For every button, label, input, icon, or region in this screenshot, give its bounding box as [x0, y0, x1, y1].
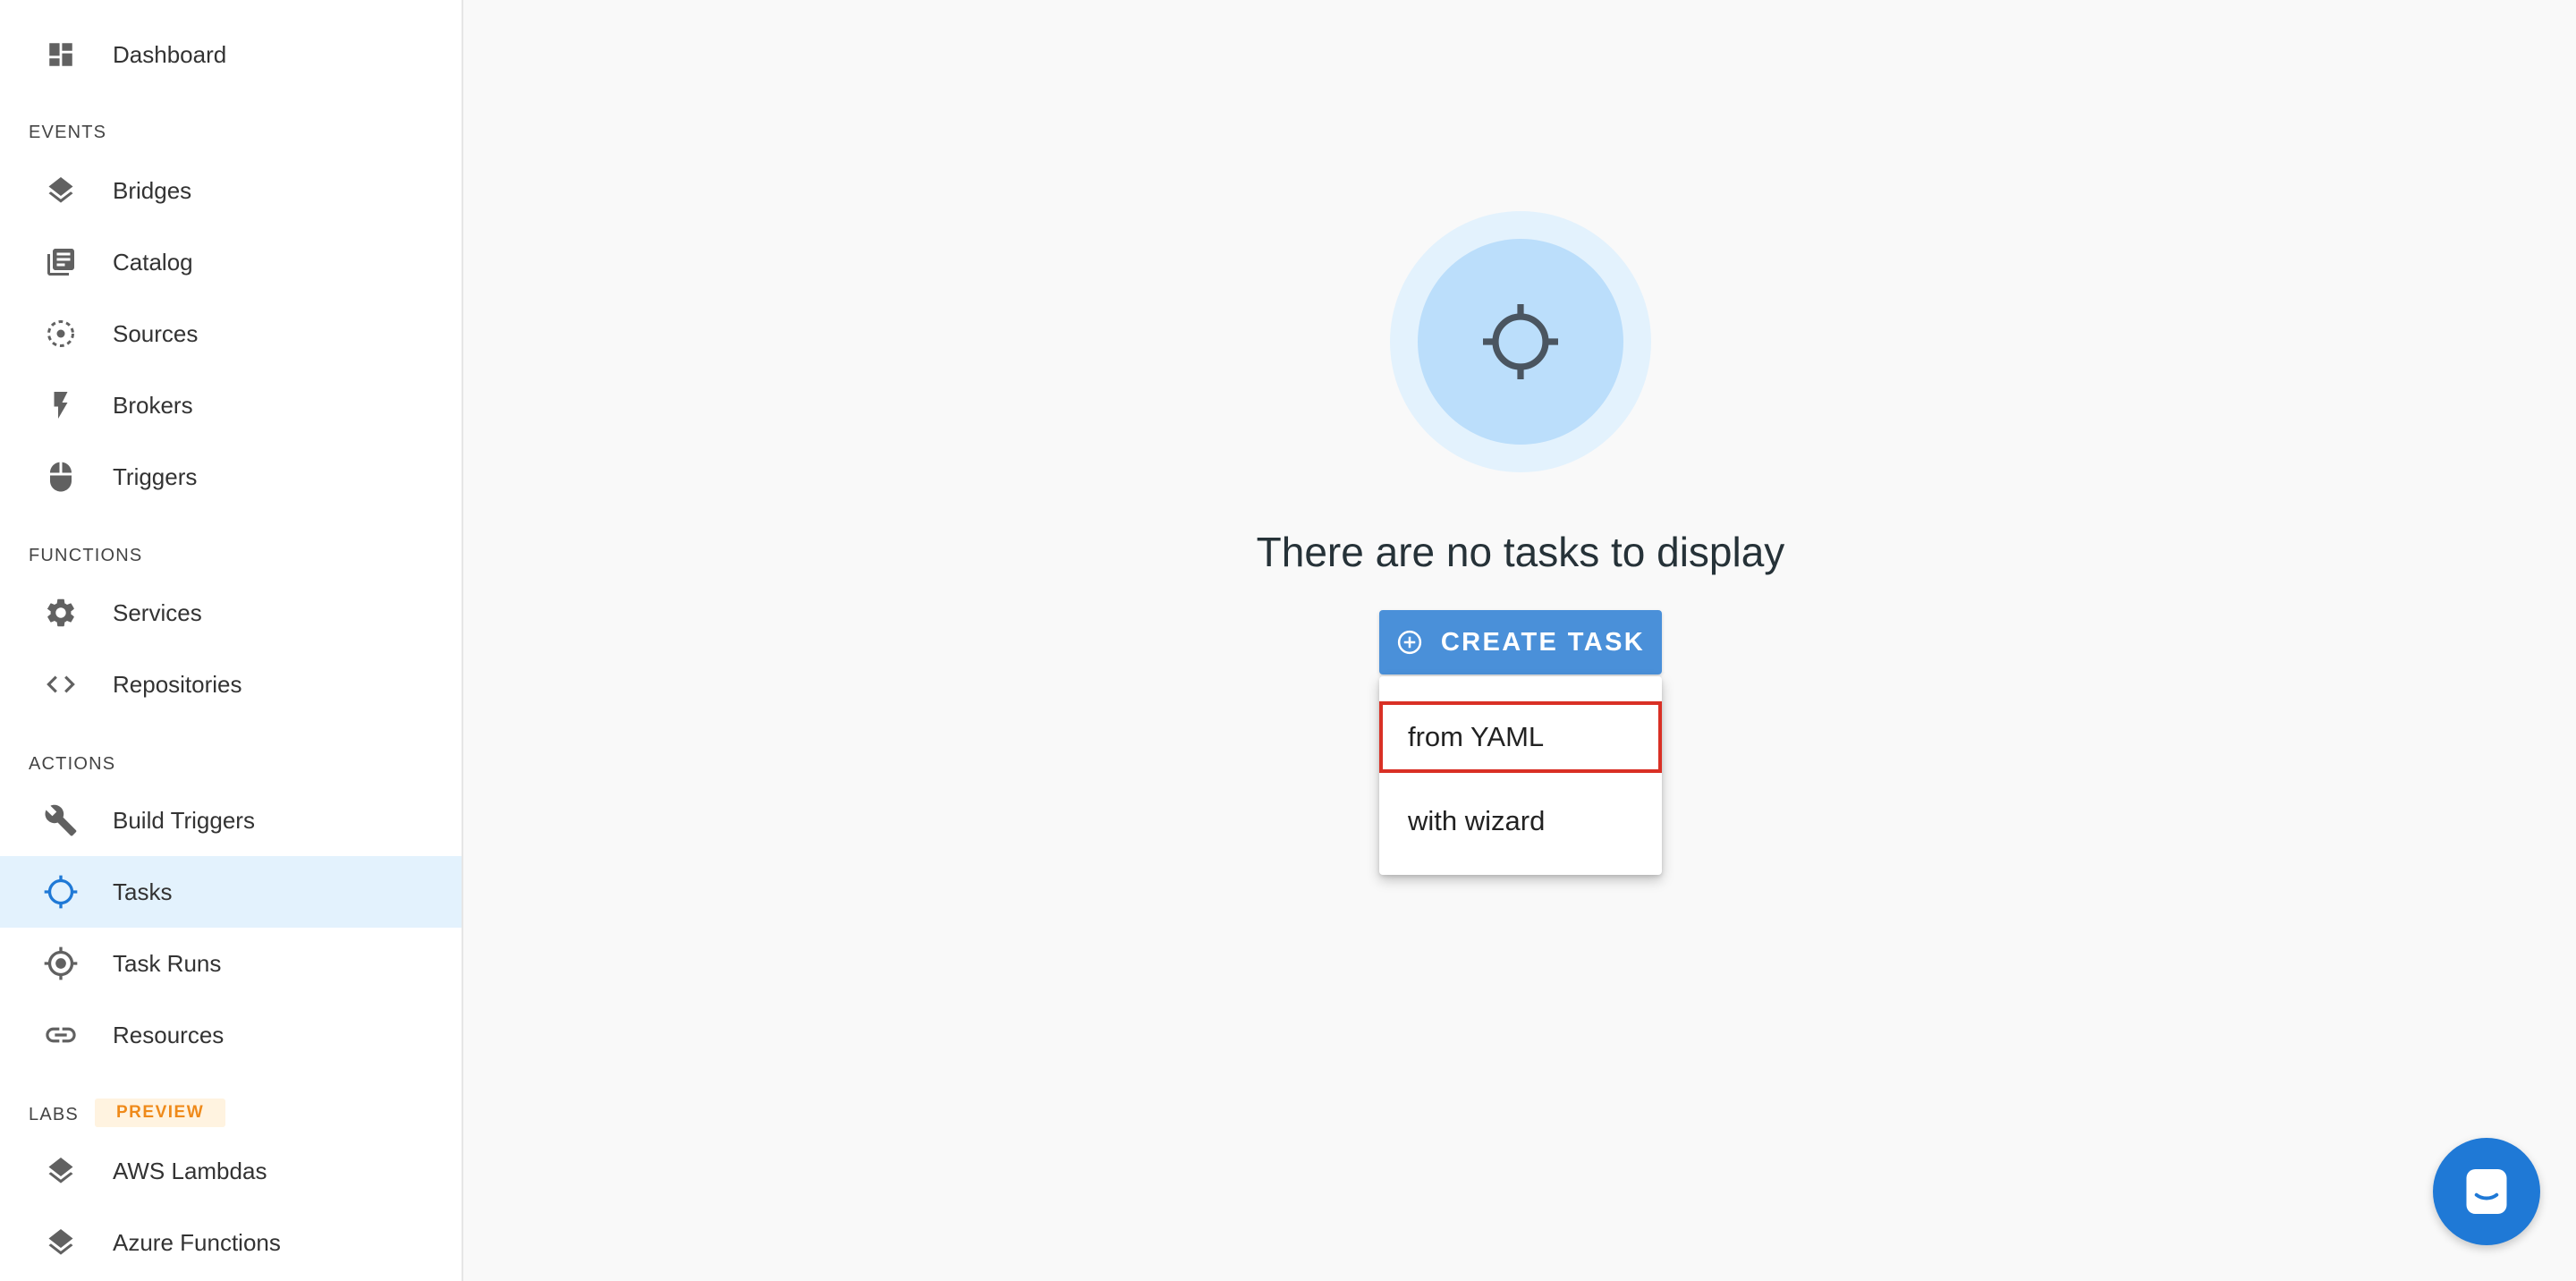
gear-icon — [43, 595, 79, 631]
section-header-events: EVENTS — [29, 123, 107, 142]
menu-item-with-wizard[interactable]: with wizard — [1379, 785, 1662, 857]
sidebar-item-label: Bridges — [113, 176, 192, 204]
create-task-button[interactable]: CREATE TASK — [1379, 610, 1662, 674]
section-header-labs: LABS — [29, 1105, 79, 1124]
sidebar-item-sources[interactable]: Sources — [0, 298, 462, 369]
add-circle-icon — [1396, 629, 1423, 656]
sidebar-item-label: Services — [113, 598, 202, 626]
layers-icon — [43, 173, 79, 208]
empty-state-message: There are no tasks to display — [1256, 529, 1785, 575]
sidebar-item-brokers[interactable]: Brokers — [0, 369, 462, 441]
sidebar-item-label: Resources — [113, 1021, 225, 1048]
mouse-icon — [43, 459, 79, 495]
sidebar-item-label: AWS Lambdas — [113, 1157, 267, 1184]
sidebar-item-label: Brokers — [113, 391, 193, 419]
sidebar: Dashboard EVENTS Bridges Catalog Sources… — [0, 0, 463, 1281]
dashboard-icon — [43, 37, 79, 72]
sidebar-item-label: Catalog — [113, 248, 193, 276]
empty-state-icon-circle — [1418, 239, 1623, 445]
sidebar-item-dashboard[interactable]: Dashboard — [0, 19, 462, 90]
sidebar-item-label: Repositories — [113, 670, 242, 698]
sidebar-item-resources[interactable]: Resources — [0, 999, 462, 1071]
sidebar-item-label: Dashboard — [113, 40, 227, 68]
section-header-functions: FUNCTIONS — [29, 546, 143, 565]
sidebar-item-bridges[interactable]: Bridges — [0, 155, 462, 226]
section-header-actions: ACTIONS — [29, 754, 116, 774]
link-icon — [43, 1017, 79, 1053]
sidebar-item-label: Azure Functions — [113, 1228, 281, 1256]
sidebar-item-task-runs[interactable]: Task Runs — [0, 928, 462, 999]
sidebar-item-label: Sources — [113, 319, 199, 347]
sources-icon — [43, 316, 79, 352]
code-icon — [43, 666, 79, 702]
target-icon — [43, 946, 79, 981]
bolt-icon — [43, 387, 79, 423]
menu-item-from-yaml[interactable]: from YAML — [1379, 701, 1662, 773]
create-task-label: CREATE TASK — [1440, 627, 1646, 657]
crosshair-icon — [1478, 299, 1563, 385]
layers-icon — [43, 1225, 79, 1260]
layers-icon — [43, 1153, 79, 1189]
sidebar-item-services[interactable]: Services — [0, 577, 462, 649]
sidebar-item-aws-lambdas[interactable]: AWS Lambdas — [0, 1135, 462, 1207]
sidebar-item-label: Build Triggers — [113, 806, 255, 834]
chat-icon — [2460, 1165, 2513, 1218]
sidebar-item-triggers[interactable]: Triggers — [0, 441, 462, 513]
sidebar-item-azure-functions[interactable]: Azure Functions — [0, 1207, 462, 1278]
preview-badge: PREVIEW — [95, 1099, 226, 1127]
sidebar-item-build-triggers[interactable]: Build Triggers — [0, 785, 462, 856]
sidebar-item-label: Triggers — [113, 462, 198, 490]
catalog-icon — [43, 244, 79, 280]
crosshair-icon — [43, 874, 79, 910]
sidebar-item-repositories[interactable]: Repositories — [0, 649, 462, 720]
sidebar-item-catalog[interactable]: Catalog — [0, 226, 462, 298]
sidebar-item-tasks[interactable]: Tasks — [0, 856, 462, 928]
sidebar-item-label: Tasks — [113, 878, 173, 905]
create-task-menu: from YAML with wizard — [1379, 676, 1662, 875]
sidebar-item-label: Task Runs — [113, 949, 222, 977]
wrench-icon — [43, 802, 79, 838]
chat-button[interactable] — [2433, 1138, 2540, 1245]
